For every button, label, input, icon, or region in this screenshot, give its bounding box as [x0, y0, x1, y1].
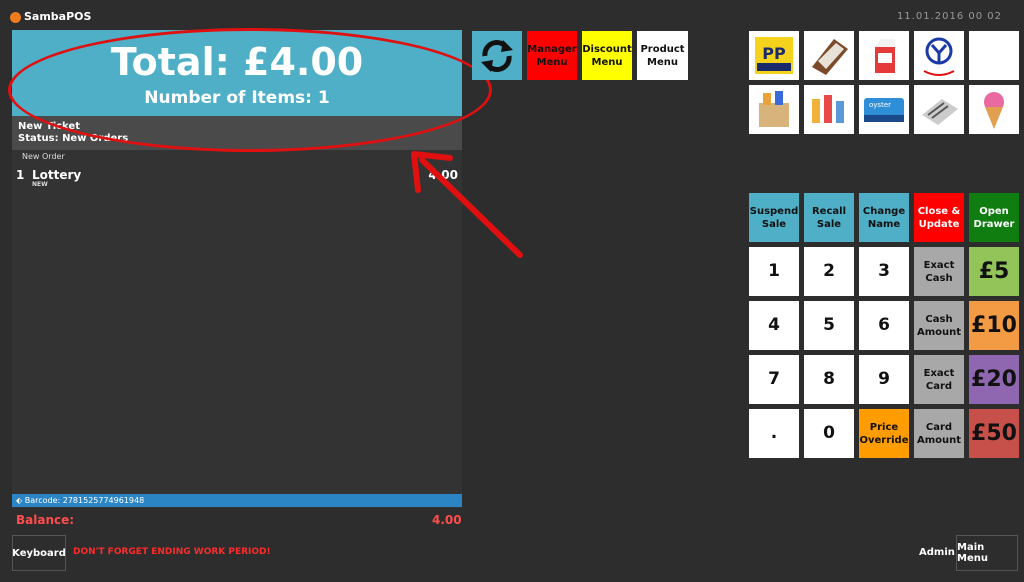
keypad-dot[interactable]: .	[749, 409, 799, 458]
product-tile-groceries[interactable]	[749, 85, 799, 134]
grocery-bag-icon	[759, 91, 789, 127]
ice-cream-icon	[984, 92, 1004, 129]
product-tile-oyster[interactable]: oyster	[859, 85, 909, 134]
product-menu-button[interactable]: Product Menu	[637, 31, 688, 80]
product-tile-paypoint[interactable]: PP	[749, 31, 799, 80]
keypad-1[interactable]: 1	[749, 247, 799, 296]
main-menu-button[interactable]: Main Menu	[956, 535, 1018, 571]
ten-pound-button[interactable]: £10	[969, 301, 1019, 350]
product-tile-newspaper[interactable]	[914, 85, 964, 134]
datetime: 11.01.2016 00 02	[896, 11, 1002, 22]
svg-text:oyster: oyster	[869, 101, 891, 109]
order-line-qty[interactable]: 1	[16, 168, 24, 182]
product-tile-chocolate[interactable]	[804, 31, 854, 80]
product-tile-empty[interactable]	[969, 31, 1019, 80]
national-lottery-icon	[923, 37, 955, 76]
card-amount-button[interactable]: Card Amount	[914, 409, 964, 458]
product-tile-icecream[interactable]	[969, 85, 1019, 134]
app-title: SambaPOS	[24, 10, 92, 23]
exact-card-button[interactable]: Exact Card	[914, 355, 964, 404]
fifty-pound-button[interactable]: £50	[969, 409, 1019, 458]
change-name-button[interactable]: Change Name	[859, 193, 909, 242]
keypad-9[interactable]: 9	[859, 355, 909, 404]
refresh-icon	[481, 39, 513, 72]
milk-carton-icon	[875, 39, 895, 73]
product-tile-drinks[interactable]	[804, 85, 854, 134]
keypad-3[interactable]: 3	[859, 247, 909, 296]
close-update-button[interactable]: Close & Update	[914, 193, 964, 242]
price-override-button[interactable]: Price Override	[859, 409, 909, 458]
annotation-arrow-icon	[411, 151, 523, 258]
barcode-text: Barcode: 2781525774961948	[24, 496, 145, 505]
keypad-0[interactable]: 0	[804, 409, 854, 458]
balance-value: 4.00	[432, 513, 462, 527]
exact-cash-button[interactable]: Exact Cash	[914, 247, 964, 296]
keypad-8[interactable]: 8	[804, 355, 854, 404]
discount-menu-button[interactable]: Discount Menu	[582, 31, 632, 80]
keypad-5[interactable]: 5	[804, 301, 854, 350]
paypoint-logo-icon: PP	[755, 37, 793, 74]
oyster-card-icon: oyster	[864, 98, 904, 122]
keypad-6[interactable]: 6	[859, 301, 909, 350]
twenty-pound-button[interactable]: £20	[969, 355, 1019, 404]
barcode-bar: ⬖ Barcode: 2781525774961948	[12, 494, 462, 507]
work-period-warning: DON'T FORGET ENDING WORK PERIOD!	[73, 547, 271, 557]
refresh-button[interactable]	[472, 31, 522, 80]
keypad-2[interactable]: 2	[804, 247, 854, 296]
keypad-4[interactable]: 4	[749, 301, 799, 350]
open-drawer-button[interactable]: Open Drawer	[969, 193, 1019, 242]
top-bar	[0, 0, 1024, 30]
keyboard-button[interactable]: Keyboard	[12, 535, 66, 571]
annotation-ellipse	[8, 28, 492, 152]
chocolate-bar-icon	[812, 39, 848, 75]
recall-sale-button[interactable]: Recall Sale	[804, 193, 854, 242]
order-line-tag: NEW	[32, 181, 48, 188]
suspend-sale-button[interactable]: Suspend Sale	[749, 193, 799, 242]
user-label: Admin	[919, 547, 955, 558]
cash-amount-button[interactable]: Cash Amount	[914, 301, 964, 350]
order-group-label: New Order	[22, 152, 65, 161]
keypad-7[interactable]: 7	[749, 355, 799, 404]
sambapos-logo-icon	[10, 12, 21, 23]
order-line-name[interactable]: Lottery	[32, 168, 81, 182]
product-tile-lottery[interactable]	[914, 31, 964, 80]
five-pound-button[interactable]: £5	[969, 247, 1019, 296]
manager-menu-button[interactable]: Manager Menu	[527, 31, 577, 80]
drinks-icon	[812, 95, 844, 123]
svg-text:PP: PP	[762, 44, 786, 63]
product-tile-milk[interactable]	[859, 31, 909, 80]
balance-label: Balance:	[16, 513, 75, 527]
tag-icon: ⬖	[16, 496, 23, 505]
newspaper-icon	[922, 99, 958, 125]
